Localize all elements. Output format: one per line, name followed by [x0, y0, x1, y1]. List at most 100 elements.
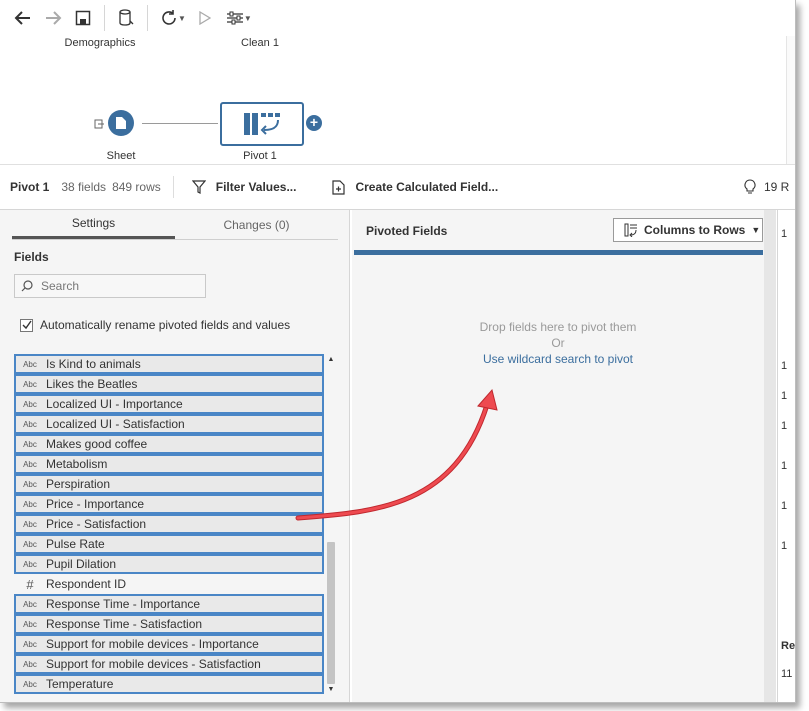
pivoted-fields-title: Pivoted Fields — [366, 224, 448, 238]
field-item[interactable]: Abc Pupil Dilation — [14, 554, 324, 574]
field-name: Temperature — [46, 677, 114, 691]
field-item[interactable]: Abc Temperature — [14, 674, 324, 694]
number-type-icon: # — [26, 576, 34, 592]
field-item[interactable]: Abc Support for mobile devices - Satisfac… — [14, 654, 324, 674]
auto-rename-label: Automatically rename pivoted fields and … — [40, 318, 291, 332]
scroll-down-icon[interactable]: ▼ — [326, 686, 336, 696]
data-source-icon[interactable] — [111, 3, 141, 33]
fields-title: Fields — [14, 250, 49, 264]
auto-rename-checkbox[interactable] — [20, 318, 33, 332]
string-type-icon: Abc — [23, 399, 37, 409]
field-name: Is Kind to animals — [46, 357, 141, 371]
string-type-icon: Abc — [23, 499, 37, 509]
sheet-node[interactable] — [108, 110, 134, 136]
panel-splitter[interactable] — [764, 210, 776, 702]
recommendations-button[interactable]: 19 R — [744, 179, 789, 195]
settings-panel: Settings Changes (0) Fields Automaticall… — [0, 210, 350, 702]
field-item[interactable]: Abc Makes good coffee — [14, 434, 324, 454]
input-link-icon — [94, 118, 104, 132]
field-list: Abc Is Kind to animals Abc Likes the Beatle… — [14, 354, 324, 694]
string-type-icon: Abc — [23, 539, 37, 549]
grid-value: 1 — [781, 390, 788, 402]
field-item[interactable]: Abc Localized UI - Importance — [14, 394, 324, 414]
grid-value: 1 — [781, 360, 788, 372]
field-search[interactable] — [14, 274, 206, 298]
field-name: Price - Satisfaction — [46, 517, 147, 531]
pivoted-fields-panel: Pivoted Fields Columns to Rows ▼ Drop fi… — [352, 210, 764, 702]
flow-canvas[interactable]: Demographics Clean 1 + Sheet Pivot 1 — [0, 36, 795, 164]
grid-value: 1 — [781, 228, 788, 240]
field-item[interactable]: Abc Price - Importance — [14, 494, 324, 514]
header-divider — [172, 176, 174, 198]
forward-arrow-icon[interactable] — [38, 3, 68, 33]
filter-values-label: Filter Values... — [215, 180, 297, 194]
save-icon[interactable] — [68, 3, 98, 33]
sheet-label: Sheet — [106, 150, 136, 162]
toolbar-divider — [147, 5, 148, 31]
tab-changes[interactable]: Changes (0) — [175, 210, 338, 239]
field-name: Localized UI - Satisfaction — [46, 417, 185, 431]
node-label-clean: Clean 1 — [241, 37, 279, 49]
scroll-up-icon[interactable]: ▲ — [326, 356, 336, 366]
drop-hint: Drop fields here to pivot them — [479, 320, 637, 334]
tab-settings[interactable]: Settings — [12, 210, 175, 239]
string-type-icon: Abc — [23, 419, 37, 429]
search-input[interactable] — [41, 279, 191, 293]
pivot-type-label: Columns to Rows — [644, 223, 746, 237]
grid-value: 11 — [781, 668, 793, 680]
pivot-node[interactable] — [220, 102, 304, 146]
create-calculated-field-button[interactable]: Create Calculated Field... — [332, 179, 498, 195]
filter-values-button[interactable]: Filter Values... — [191, 180, 297, 194]
field-item[interactable]: Abc Perspiration — [14, 474, 324, 494]
pivot-drop-zone[interactable]: Drop fields here to pivot them Or Use wi… — [352, 255, 764, 702]
toolbar: ▼ ▼ — [0, 0, 795, 36]
field-item[interactable]: Abc Metabolism — [14, 454, 324, 474]
field-item[interactable]: Abc Response Time - Importance — [14, 594, 324, 614]
field-name: Pupil Dilation — [46, 557, 117, 571]
field-name: Support for mobile devices - Satisfactio… — [46, 657, 261, 671]
pivot-icon — [244, 113, 280, 135]
string-type-icon: Abc — [23, 599, 37, 609]
grid-value: 1 — [781, 420, 788, 432]
string-type-icon: Abc — [23, 659, 37, 669]
filter-icon — [191, 180, 206, 194]
refresh-dropdown-icon[interactable]: ▼ — [178, 14, 186, 23]
sheet-icon — [116, 117, 126, 129]
canvas-scrollbar[interactable] — [786, 36, 795, 164]
app-window: ▼ ▼ Demographics Clean 1 + Sheet Pivot 1… — [0, 0, 796, 703]
wildcard-search-link[interactable]: Use wildcard search to pivot — [352, 352, 764, 366]
settings-tabs: Settings Changes (0) — [12, 210, 338, 240]
grid-value: 1 — [781, 460, 788, 472]
step-name: Pivot 1 — [10, 180, 50, 194]
add-step-button[interactable]: + — [306, 115, 322, 131]
field-name: Support for mobile devices - Importance — [46, 637, 259, 651]
field-item[interactable]: Abc Support for mobile devices - Importan… — [14, 634, 324, 654]
search-icon — [21, 280, 33, 292]
row-count: 849 rows — [112, 180, 161, 194]
field-item[interactable]: Abc Pulse Rate — [14, 534, 324, 554]
string-type-icon: Abc — [23, 359, 37, 369]
string-type-icon: Abc — [23, 619, 37, 629]
field-item[interactable]: Abc Likes the Beatles — [14, 374, 324, 394]
field-item[interactable]: Abc Localized UI - Satisfaction — [14, 414, 324, 434]
string-type-icon: Abc — [23, 679, 37, 689]
field-item[interactable]: Abc Response Time - Satisfaction — [14, 614, 324, 634]
scrollbar-thumb[interactable] — [327, 542, 335, 684]
run-icon[interactable] — [190, 3, 220, 33]
string-type-icon: Abc — [23, 379, 37, 389]
string-type-icon: Abc — [23, 559, 37, 569]
settings-dropdown-icon[interactable]: ▼ — [244, 14, 252, 23]
or-text: Or — [551, 336, 565, 350]
field-name: Response Time - Satisfaction — [46, 617, 203, 631]
field-item[interactable]: # Respondent ID — [14, 574, 324, 594]
field-name: Metabolism — [46, 457, 108, 471]
string-type-icon: Abc — [23, 639, 37, 649]
field-item[interactable]: Abc Price - Satisfaction — [14, 514, 324, 534]
back-arrow-icon[interactable] — [8, 3, 38, 33]
data-grid-panel: 1 1 1 1 1 1 1 Re 11 — [777, 210, 795, 702]
field-list-scrollbar[interactable]: ▲ ▼ — [326, 356, 336, 696]
auto-rename-option[interactable]: Automatically rename pivoted fields and … — [20, 318, 290, 332]
pivot-type-dropdown[interactable]: Columns to Rows ▼ — [613, 218, 763, 242]
field-item[interactable]: Abc Is Kind to animals — [14, 354, 324, 374]
field-name: Price - Importance — [46, 497, 145, 511]
